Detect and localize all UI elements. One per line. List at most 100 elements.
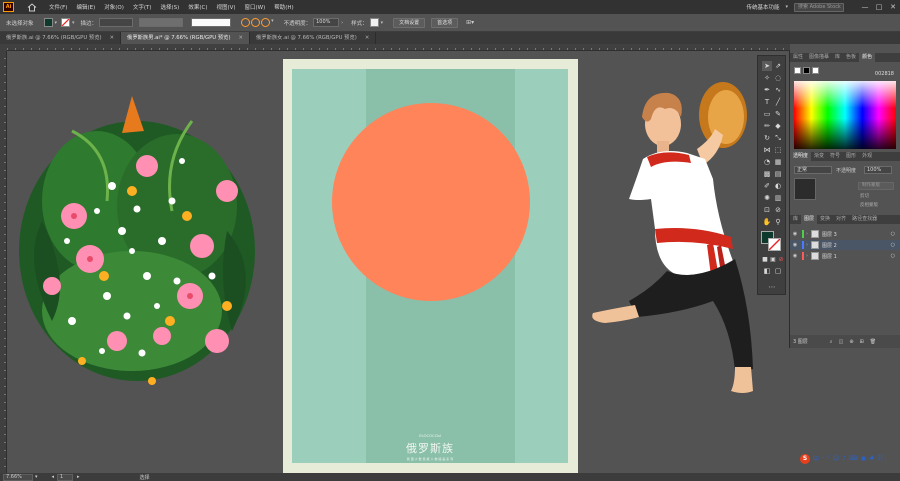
menu-window[interactable]: 窗口(W) xyxy=(245,3,266,11)
chevron-down-icon[interactable]: ▾ xyxy=(271,18,274,27)
graphic-style-swatch[interactable] xyxy=(369,18,379,27)
graph-tool-icon[interactable]: ▥ xyxy=(773,193,783,203)
voice-icon[interactable]: ♪ xyxy=(842,455,846,462)
mesh-tool-icon[interactable]: ▩ xyxy=(762,169,772,179)
chevron-right-icon[interactable]: › xyxy=(806,231,808,237)
ime-language-toggle[interactable]: 中 xyxy=(813,454,819,463)
artboard[interactable]: ELOCOCCbI 俄罗斯族 我 国 少 数 民 族 人 物 插 画 系 列 xyxy=(283,59,578,473)
type-tool-icon[interactable]: T xyxy=(762,97,772,107)
fill-swatch[interactable] xyxy=(43,18,53,27)
draw-mode-icon[interactable]: ◧ xyxy=(762,266,772,276)
direct-selection-tool-icon[interactable]: ⇗ xyxy=(773,61,783,71)
sun-circle[interactable] xyxy=(332,103,530,301)
tab-libraries[interactable]: 库 xyxy=(790,215,801,224)
target-icon[interactable]: ○ xyxy=(891,231,895,237)
eye-icon[interactable]: ◉ xyxy=(790,242,800,248)
screen-mode-icon[interactable]: ▢ xyxy=(773,266,783,276)
zoom-tool-icon[interactable]: ⚲ xyxy=(773,217,783,227)
chevron-right-icon[interactable]: › xyxy=(806,242,808,248)
trash-icon[interactable]: 🗑 xyxy=(870,339,876,345)
rotate-tool-icon[interactable]: ↻ xyxy=(762,133,772,143)
zoom-field[interactable]: 7.66% xyxy=(3,473,33,481)
magic-wand-icon[interactable]: ✧ xyxy=(762,73,772,83)
stroke-color-swatch[interactable] xyxy=(768,238,781,251)
brush-definition[interactable] xyxy=(191,18,232,27)
eyedropper-icon[interactable]: ✐ xyxy=(762,181,772,191)
menu-view[interactable]: 视图(V) xyxy=(216,3,235,11)
menu-icon[interactable]: ☷ xyxy=(878,455,883,462)
artboard-number[interactable]: 1 xyxy=(57,473,74,481)
make-mask-button[interactable]: 制作蒙版 xyxy=(858,182,894,190)
tab-libraries[interactable]: 库 xyxy=(832,53,843,62)
tab-align[interactable]: 对齐 xyxy=(833,215,849,224)
rectangle-tool-icon[interactable]: ▭ xyxy=(762,109,772,119)
perspective-grid-icon[interactable]: ▦ xyxy=(773,157,783,167)
stroke-swatch[interactable] xyxy=(61,18,71,27)
tab-layers[interactable]: 图层 xyxy=(801,215,818,224)
gradient-tool-icon[interactable]: ▤ xyxy=(773,169,783,179)
selection-tool-icon[interactable]: ➤ xyxy=(762,61,772,71)
invert-mask-checkbox[interactable]: 反相蒙版 xyxy=(860,202,878,208)
menu-select[interactable]: 选择(S) xyxy=(161,3,180,11)
menu-file[interactable]: 文件(F) xyxy=(49,3,67,11)
tab-properties[interactable]: 属性 xyxy=(790,53,806,62)
menu-effect[interactable]: 效果(C) xyxy=(188,3,207,11)
chevron-down-icon[interactable]: ▾ xyxy=(785,4,788,10)
blend-mode-select[interactable]: 正常 xyxy=(794,166,832,174)
opacity-field[interactable]: 100% xyxy=(313,18,340,27)
width-tool-icon[interactable]: ⋈ xyxy=(762,145,772,155)
maximize-button[interactable]: □ xyxy=(872,0,886,14)
home-icon[interactable] xyxy=(25,1,39,13)
white-swatch[interactable] xyxy=(812,67,819,74)
poster-subtitle[interactable]: 我 国 少 数 民 族 人 物 插 画 系 列 xyxy=(292,457,568,461)
close-icon[interactable]: ✕ xyxy=(110,32,114,44)
punctuation-icon[interactable]: · xyxy=(822,455,824,462)
layer-row[interactable]: ◉ › 图层 1 ○ xyxy=(790,251,900,261)
stroke-style-picker[interactable]: ▾ xyxy=(241,18,274,27)
chevron-right-icon[interactable]: › xyxy=(806,253,808,259)
locate-object-icon[interactable]: ⌕ xyxy=(830,339,833,345)
blend-tool-icon[interactable]: ◐ xyxy=(773,181,783,191)
tab-pathfinder[interactable]: 路径查找器 xyxy=(849,215,880,224)
keyboard-icon[interactable]: ⌨ xyxy=(849,455,858,462)
menu-edit[interactable]: 编辑(E) xyxy=(76,3,95,11)
artboard-next-icon[interactable]: ▸ xyxy=(77,474,80,480)
none-swatch[interactable] xyxy=(794,67,801,74)
menu-type[interactable]: 文字(T) xyxy=(133,3,152,11)
ruler-origin[interactable] xyxy=(0,44,7,51)
target-icon[interactable]: ○ xyxy=(891,253,895,259)
chevron-down-icon[interactable]: ▾ xyxy=(55,20,58,26)
chevron-down-icon[interactable]: ▾ xyxy=(35,474,38,480)
paintbrush-tool-icon[interactable]: ✎ xyxy=(773,109,783,119)
tab-transform[interactable]: 变换 xyxy=(817,215,833,224)
layer-row[interactable]: ◉ › 图层 2 ○ xyxy=(790,240,900,250)
layer-name[interactable]: 图层 3 xyxy=(822,231,837,238)
tab-symbols[interactable]: 符号 xyxy=(827,152,843,161)
menu-help[interactable]: 帮助(H) xyxy=(274,3,293,11)
slice-tool-icon[interactable]: ⊘ xyxy=(773,205,783,215)
eye-icon[interactable]: ◉ xyxy=(790,231,800,237)
russian-dancer-illustration[interactable] xyxy=(585,79,755,414)
eye-icon[interactable]: ◉ xyxy=(790,253,800,259)
target-icon[interactable]: ○ xyxy=(891,242,895,248)
clip-checkbox[interactable]: 剪切 xyxy=(860,193,869,199)
menu-object[interactable]: 对象(O) xyxy=(104,3,124,11)
shape-builder-icon[interactable]: ◔ xyxy=(762,157,772,167)
lasso-tool-icon[interactable]: ◌ xyxy=(773,73,783,83)
document-setup-button[interactable]: 文档设置 xyxy=(393,17,426,28)
black-swatch[interactable] xyxy=(803,67,810,74)
hand-tool-icon[interactable]: ✋ xyxy=(762,217,772,227)
emoji-icon[interactable]: ☺ xyxy=(833,455,839,462)
layer-name[interactable]: 图层 2 xyxy=(822,242,837,249)
tab-document-1[interactable]: 俄罗斯族.ai @ 7.66% (RGB/GPU 预览) ✕ xyxy=(0,32,122,44)
chevron-right-icon[interactable]: › xyxy=(341,20,343,26)
chevron-down-icon[interactable]: ▾ xyxy=(381,20,384,26)
full-width-icon[interactable]: ° xyxy=(827,455,830,462)
poster-title[interactable]: 俄罗斯族 xyxy=(292,440,568,456)
poster-background[interactable]: ELOCOCCbI 俄罗斯族 我 国 少 数 民 族 人 物 插 画 系 列 xyxy=(292,69,568,463)
free-transform-icon[interactable]: ⬚ xyxy=(773,145,783,155)
artboard-prev-icon[interactable]: ◂ xyxy=(52,474,55,480)
pencil-tool-icon[interactable]: ✏ xyxy=(762,121,772,131)
tab-graphic-styles[interactable]: 图形 xyxy=(843,152,859,161)
workspace-switcher[interactable]: 传统基本功能 xyxy=(746,3,779,11)
